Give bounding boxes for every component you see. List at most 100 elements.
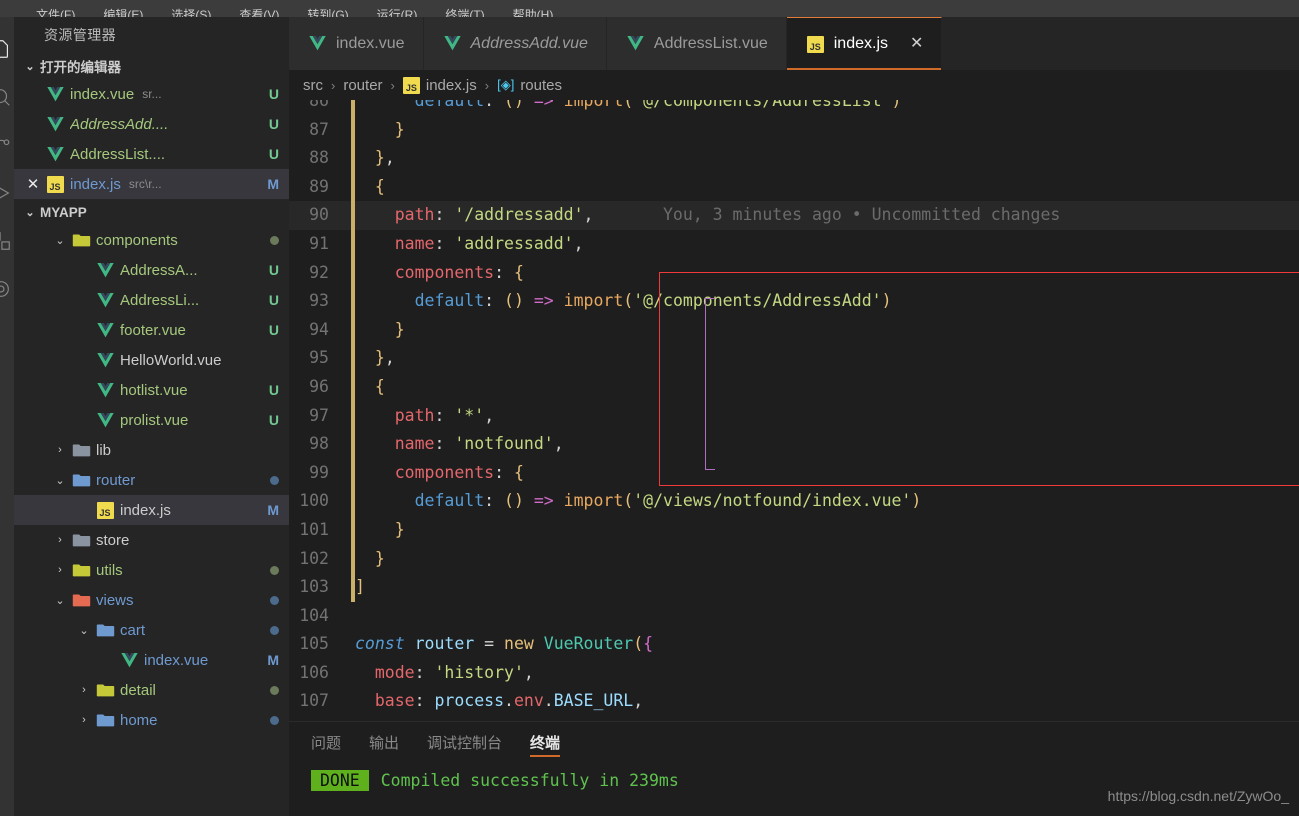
tree-file-item[interactable]: JS index.js M [14, 495, 289, 525]
git-status-badge: U [268, 86, 279, 102]
tree-folder-item[interactable]: ⌄ router [14, 465, 289, 495]
code-line: 93 default: () => import('@/components/A… [289, 287, 1299, 316]
panel-tab-label: 调试控制台 [427, 734, 503, 752]
vue-file-icon [44, 116, 66, 132]
explorer-icon[interactable] [0, 25, 14, 73]
tree-folder-item[interactable]: › utils [14, 555, 289, 585]
line-number: 100 [299, 491, 329, 511]
folder-open-icon [70, 232, 92, 248]
panel-tab[interactable]: 调试控制台 [427, 722, 502, 762]
vue-file-icon [94, 412, 116, 428]
git-status-badge: U [268, 146, 279, 162]
tree-folder-item[interactable]: ⌄ views [14, 585, 289, 615]
panel-tab-label: 输出 [369, 734, 400, 752]
code-line: 107 base: process.env.BASE_URL, [289, 687, 1299, 716]
code-line-text: name: 'addressadd', [394, 233, 584, 253]
code-editor[interactable]: 86 default: () => import('@/components/A… [289, 100, 1299, 721]
editor-tab[interactable]: JS index.js ✕ [786, 17, 943, 70]
tree-item-label: utils [96, 561, 123, 579]
chevron-right-icon[interactable]: › [76, 714, 92, 726]
project-header[interactable]: ⌄ MYAPP [14, 199, 289, 225]
git-blame-annotation: You, 3 minutes ago • Uncommitted changes [593, 205, 1061, 225]
tree-file-item[interactable]: index.vue M [14, 645, 289, 675]
editor-tab[interactable]: AddressAdd.vue [423, 17, 607, 70]
tree-folder-item[interactable]: › lib [14, 435, 289, 465]
menu-item-terminal[interactable]: 终端(T) [445, 9, 494, 17]
extensions-icon[interactable] [0, 217, 14, 265]
tree-folder-item[interactable]: › detail [14, 675, 289, 705]
breadcrumb-item[interactable]: JS index.js [402, 76, 477, 94]
chevron-right-icon[interactable]: › [52, 564, 68, 576]
code-line: 95 }, [289, 344, 1299, 373]
panel-tab[interactable]: 终端 [530, 722, 561, 762]
open-editor-item[interactable]: index.vue sr... U [14, 79, 289, 109]
chevron-down-icon[interactable]: ⌄ [76, 624, 92, 637]
tree-folder-item[interactable]: › store [14, 525, 289, 555]
run-debug-icon[interactable] [0, 169, 14, 217]
open-editors-header[interactable]: ⌄ 打开的编辑器 [14, 53, 289, 79]
open-editor-label: index.js [70, 175, 121, 193]
breadcrumb-separator: › [390, 77, 395, 93]
git-status-badge: M [267, 176, 279, 192]
breadcrumb-item[interactable]: router [343, 77, 382, 94]
breadcrumb-item[interactable]: [◈] routes [497, 77, 562, 94]
close-icon[interactable]: ✕ [22, 177, 44, 192]
panel-tab[interactable]: 输出 [369, 722, 399, 762]
menu-item-select[interactable]: 选择(S) [171, 9, 221, 17]
search-icon[interactable] [0, 73, 14, 121]
vue-file-icon [309, 36, 326, 51]
tree-file-item[interactable]: hotlist.vue U [14, 375, 289, 405]
menu-item-edit[interactable]: 编辑(E) [103, 9, 153, 17]
breadcrumb-item[interactable]: src [303, 77, 323, 94]
open-editor-item[interactable]: AddressList.... U [14, 139, 289, 169]
open-editor-item[interactable]: ✕ JS index.js src\r... M [14, 169, 289, 199]
code-line-text: default: () => import('@/views/notfound/… [414, 491, 922, 511]
tree-file-item[interactable]: HelloWorld.vue [14, 345, 289, 375]
editor-tab[interactable]: index.vue [289, 17, 424, 70]
editor-tab[interactable]: AddressList.vue [606, 17, 787, 70]
settings-gear-icon[interactable] [0, 265, 14, 313]
tree-folder-item[interactable]: ⌄ components [14, 225, 289, 255]
tree-folder-item[interactable]: ⌄ cart [14, 615, 289, 645]
code-line-text: path: '/addressadd', You, 3 minutes ago … [394, 205, 1061, 225]
code-line-text: }, [374, 348, 395, 368]
code-line-text: { [374, 176, 385, 196]
code-line: 91 name: 'addressadd', [289, 229, 1299, 259]
tree-file-item[interactable]: AddressA... U [14, 255, 289, 285]
close-icon[interactable]: ✕ [910, 36, 923, 52]
git-status-badge: U [268, 322, 279, 338]
tree-item-label: footer.vue [120, 321, 186, 339]
js-file-icon: JS [44, 175, 66, 193]
chevron-down-icon[interactable]: ⌄ [52, 474, 68, 487]
menu-item-go[interactable]: 转到(G) [307, 9, 358, 17]
tree-item-label: index.vue [144, 651, 209, 669]
git-status-badge: U [268, 116, 279, 132]
chevron-right-icon[interactable]: › [52, 444, 68, 456]
menu-item-file[interactable]: 文件(F) [36, 9, 85, 17]
code-line-text: mode: 'history', [374, 662, 534, 682]
code-line: 90 path: '/addressadd', You, 3 minutes a… [289, 201, 1299, 230]
tree-file-item[interactable]: footer.vue U [14, 315, 289, 345]
chevron-right-icon[interactable]: › [76, 684, 92, 696]
open-editors-list: index.vue sr... U AddressAdd.... U AddressLis… [14, 79, 289, 199]
menu-item-view[interactable]: 查看(V) [239, 9, 289, 17]
chevron-right-icon[interactable]: › [52, 534, 68, 546]
open-editor-item[interactable]: AddressAdd.... U [14, 109, 289, 139]
menu-item-run[interactable]: 运行(R) [377, 9, 428, 17]
menu-item-help[interactable]: 帮助(H) [513, 9, 564, 17]
line-number: 91 [309, 233, 329, 253]
code-line: 101 } [289, 515, 1299, 545]
chevron-down-icon[interactable]: ⌄ [52, 234, 68, 247]
line-number: 98 [309, 434, 329, 454]
git-status-badge: M [267, 502, 279, 518]
line-number: 102 [299, 548, 329, 568]
tree-item-label: components [96, 231, 178, 249]
panel-tab[interactable]: 问题 [311, 722, 341, 762]
chevron-down-icon: ⌄ [25, 60, 35, 73]
breadcrumb: src › router › JS index.js › [◈] routes [289, 70, 1299, 100]
tree-file-item[interactable]: AddressLi... U [14, 285, 289, 315]
source-control-icon[interactable] [0, 121, 14, 169]
tree-folder-item[interactable]: › home [14, 705, 289, 735]
tree-file-item[interactable]: prolist.vue U [14, 405, 289, 435]
chevron-down-icon[interactable]: ⌄ [52, 594, 68, 607]
